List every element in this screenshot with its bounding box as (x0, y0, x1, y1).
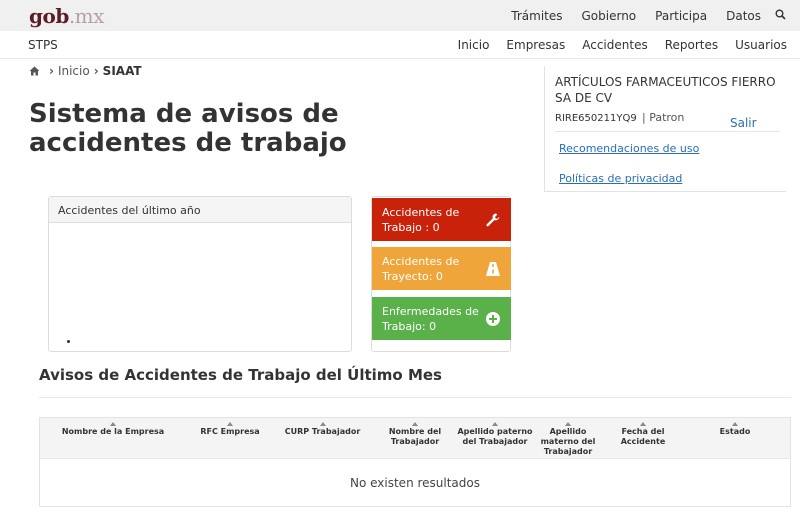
page-title: Sistema de avisos de accidentes de traba… (29, 99, 347, 158)
home-icon[interactable] (29, 66, 40, 76)
illnesses-tile[interactable]: Enfermedades de Trabajo: 0 (372, 297, 511, 340)
search-icon[interactable] (775, 9, 786, 23)
plus-circle-icon (486, 312, 500, 326)
user-panel: ARTÍCULOS FARMACEUTICOS FIERRO SA DE CV … (544, 66, 786, 192)
sort-icon (319, 422, 326, 426)
accidents-table: Nombre de la Empresa RFC Empresa CURP Tr… (39, 417, 791, 507)
illnesses-label: Enfermedades de Trabajo: 0 (382, 305, 479, 333)
column-header-fecha[interactable]: Fecha del Accidente (608, 422, 678, 447)
column-header-apellido-paterno[interactable]: Apellido paterno del Trabajador (455, 422, 535, 447)
divider (39, 397, 791, 398)
gob-topbar: gob.mx Trámites Gobierno Participa Datos (0, 0, 800, 31)
breadcrumb: › Inicio › SIAAT (29, 64, 142, 78)
nav-empresas[interactable]: Empresas (506, 38, 565, 52)
nav-usuarios[interactable]: Usuarios (735, 38, 787, 52)
work-accidents-tile[interactable]: Accidentes de Trabajo : 0 (372, 198, 511, 241)
section-title: Avisos de Accidentes de Trabajo del Últi… (39, 366, 442, 384)
work-accidents-label: Accidentes de Trabajo : 0 (382, 206, 460, 234)
wrench-icon (486, 213, 500, 227)
usage-recommendations-link[interactable]: Recomendaciones de uso (559, 142, 699, 155)
breadcrumb-separator: › (93, 64, 99, 78)
sort-icon (640, 422, 646, 426)
commute-accidents-label: Accidentes de Trayecto: 0 (382, 255, 460, 283)
company-name: ARTÍCULOS FARMACEUTICOS FIERRO SA DE CV (555, 75, 776, 105)
column-header-estado[interactable]: Estado (705, 422, 765, 437)
chart-panel-title: Accidentes del último año (49, 197, 351, 223)
user-rfc: RIRE650211YQ9 (555, 113, 637, 124)
road-icon (486, 262, 500, 276)
logout-link[interactable]: Salir (730, 116, 757, 130)
sort-icon (110, 422, 116, 426)
divider (555, 131, 780, 132)
sort-icon (227, 422, 233, 426)
sort-icon (492, 422, 498, 426)
column-header-apellido-materno[interactable]: Apellido materno del Trabajador (537, 422, 599, 457)
sort-icon (732, 422, 738, 426)
stps-nav-bar: STPS Inicio Empresas Accidentes Reportes… (0, 31, 800, 59)
empty-results-message: No existen resultados (40, 458, 790, 506)
breadcrumb-current: SIAAT (102, 64, 142, 78)
top-link-participa[interactable]: Participa (655, 9, 707, 23)
column-header-curp[interactable]: CURP Trabajador (280, 422, 365, 437)
column-header-rfc[interactable]: RFC Empresa (190, 422, 270, 437)
breadcrumb-separator: › (49, 64, 54, 78)
nav-reportes[interactable]: Reportes (665, 38, 718, 52)
nav-inicio[interactable]: Inicio (458, 38, 490, 52)
accidents-chart-panel: Accidentes del último año (48, 196, 352, 352)
stps-nav: Inicio Empresas Accidentes Reportes Usua… (441, 38, 787, 52)
top-link-datos[interactable]: Datos (726, 9, 761, 23)
sort-icon (412, 422, 418, 426)
top-link-tramites[interactable]: Trámites (511, 9, 562, 23)
gob-logo[interactable]: gob.mx (29, 4, 104, 28)
chart-point (67, 340, 70, 343)
privacy-policy-link[interactable]: Políticas de privacidad (559, 172, 682, 185)
commute-accidents-tile[interactable]: Accidentes de Trayecto: 0 (372, 247, 511, 290)
user-role: | Patron (642, 111, 685, 124)
top-link-gobierno[interactable]: Gobierno (582, 9, 637, 23)
column-header-empresa[interactable]: Nombre de la Empresa (58, 422, 168, 437)
table-header: Nombre de la Empresa RFC Empresa CURP Tr… (40, 418, 790, 458)
nav-accidentes[interactable]: Accidentes (582, 38, 647, 52)
column-header-nombre[interactable]: Nombre del Trabajador (385, 422, 445, 447)
sort-icon (565, 422, 571, 426)
stps-title[interactable]: STPS (28, 38, 58, 52)
status-tiles: Accidentes de Trabajo : 0 Accidentes de … (371, 196, 511, 352)
breadcrumb-inicio[interactable]: Inicio (58, 64, 90, 78)
gob-top-nav: Trámites Gobierno Participa Datos (492, 0, 786, 31)
